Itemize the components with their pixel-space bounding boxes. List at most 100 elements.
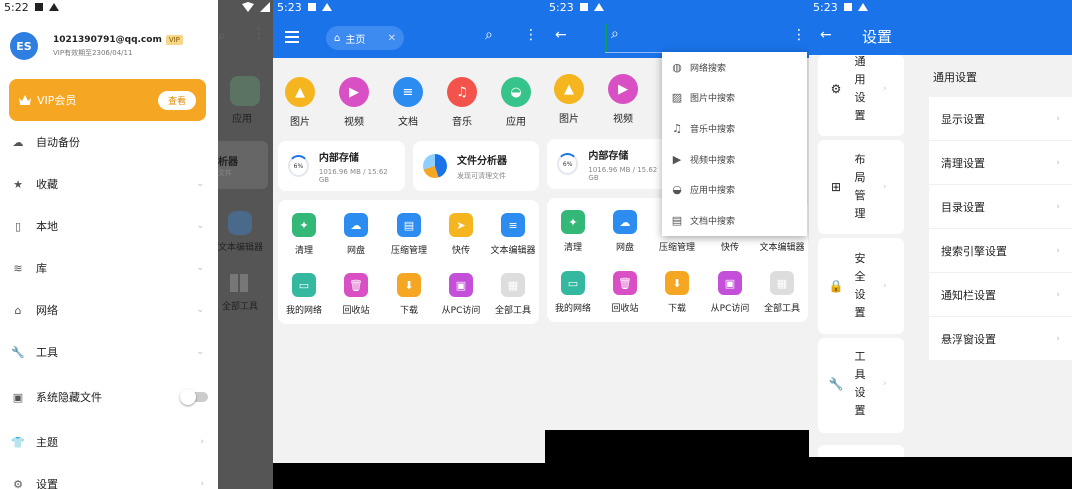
- search-music-item[interactable]: ♫ 音乐中搜索: [662, 113, 807, 144]
- storage-title: 内部存储: [318, 152, 359, 164]
- storage-title: 内部存储: [588, 150, 629, 162]
- category-images[interactable]: ▲ 图片: [549, 74, 589, 125]
- tool-label: 清理: [563, 243, 582, 253]
- tool-text-editor[interactable]: ≡ 文本编辑器: [485, 213, 541, 256]
- setting-label: 悬浮窗设置: [941, 332, 996, 346]
- sidebar-item-more[interactable]: [818, 445, 904, 457]
- back-arrow-icon[interactable]: ←: [555, 27, 567, 43]
- tool-pc-access[interactable]: ▣ 从PC访问: [433, 273, 489, 316]
- search-docs-item[interactable]: ▤ 文档中搜索: [662, 205, 807, 236]
- back-arrow-icon[interactable]: ←: [820, 27, 832, 43]
- status-time: 5:22: [4, 0, 29, 14]
- vip-view-button[interactable]: 查看: [157, 90, 196, 110]
- image-icon: ▲: [285, 77, 315, 107]
- setting-floating-window[interactable]: 悬浮窗设置 ›: [929, 317, 1072, 361]
- category-music[interactable]: ♫ 音乐: [442, 77, 482, 128]
- internal-storage-card[interactable]: 6% 内部存储 1016.96 MB / 15.62 GB: [547, 139, 677, 189]
- tab-home[interactable]: ⌂ 主页 ✕: [326, 26, 404, 50]
- tool-compress[interactable]: ▤ 压缩管理: [381, 213, 437, 256]
- chevron-right-icon: ›: [883, 182, 887, 192]
- search-scope-menu: ◍ 网络搜索 ▨ 图片中搜索 ♫ 音乐中搜索 ▶ 视频中搜索 ◒ 应用中搜索 ▤ 文档中搜索: [662, 52, 807, 236]
- search-underline[interactable]: [605, 52, 665, 53]
- android-icon: ◒: [501, 77, 531, 107]
- video-icon: ▶: [339, 77, 369, 107]
- hidden-files-toggle[interactable]: [180, 389, 208, 405]
- menu-icon[interactable]: [285, 31, 299, 43]
- search-videos-item[interactable]: ▶ 视频中搜索: [662, 144, 807, 175]
- tool-label: 回收站: [611, 304, 639, 314]
- search-apps-item[interactable]: ◒ 应用中搜索: [662, 174, 807, 205]
- section-title: 通用设置: [933, 71, 977, 84]
- menu-item-tools[interactable]: 🔧 工具 ⌄: [0, 331, 218, 373]
- setting-display[interactable]: 显示设置 ›: [929, 97, 1072, 141]
- chevron-down-icon: ⌄: [196, 305, 204, 315]
- tool-label: 我的网络: [285, 306, 322, 316]
- menu-item-local[interactable]: ▯ 本地 ⌄: [0, 205, 218, 247]
- category-documents[interactable]: ≡ 文档: [388, 77, 428, 128]
- tool-recycle-bin[interactable]: 🗑 回收站: [328, 273, 384, 316]
- phone-icon: ▯: [14, 219, 22, 233]
- category-videos[interactable]: ▶ 视频: [603, 74, 643, 125]
- more-icon[interactable]: ⋮: [792, 27, 806, 43]
- lock-icon: 🔒: [828, 279, 844, 293]
- tool-cloud[interactable]: ☁ 网盘: [328, 213, 384, 256]
- shirt-icon: 👕: [11, 435, 25, 449]
- sidebar-label: 安全设置: [854, 252, 866, 319]
- category-videos[interactable]: ▶ 视频: [334, 77, 374, 128]
- chevron-right-icon: ›: [883, 281, 887, 291]
- menu-label: 文档中搜索: [690, 216, 736, 227]
- menu-item-hidden-files[interactable]: ▣ 系统隐藏文件: [0, 373, 218, 421]
- settings-list: 显示设置 › 清理设置 › 目录设置 › 搜索引擎设置 › 通知栏设置 › 悬浮窗设置 ›: [929, 97, 1072, 361]
- tool-clean[interactable]: ✦ 清理: [276, 213, 332, 256]
- status-bar: 5:23: [809, 0, 868, 14]
- setting-directory[interactable]: 目录设置 ›: [929, 185, 1072, 229]
- download-icon: ⬇: [397, 273, 421, 297]
- tool-clean[interactable]: ✦ 清理: [545, 210, 601, 253]
- menu-label: 应用中搜索: [690, 186, 736, 197]
- tool-my-network[interactable]: ▭ 我的网络: [276, 273, 332, 316]
- menu-item-auto-backup[interactable]: ☁ 自动备份: [0, 121, 218, 163]
- search-icon[interactable]: ⌕: [485, 27, 493, 43]
- setting-clean[interactable]: 清理设置 ›: [929, 141, 1072, 185]
- close-icon[interactable]: ✕: [388, 33, 396, 44]
- menu-item-network[interactable]: ⌂ 网络 ⌄: [0, 289, 218, 331]
- menu-item-theme[interactable]: 👕 主题 ›: [0, 421, 218, 463]
- user-profile[interactable]: ES 1021390791@qq.com VIP VIP有效期至2306/04/…: [10, 32, 183, 60]
- tool-cloud[interactable]: ☁ 网盘: [597, 210, 653, 253]
- tool-label: 网盘: [346, 246, 365, 256]
- vip-banner[interactable]: VIP会员 查看: [9, 79, 206, 121]
- all-tools-icon: [230, 274, 248, 292]
- tool-my-network[interactable]: ▭ 我的网络: [545, 271, 601, 314]
- menu-label: 视频中搜索: [690, 155, 736, 166]
- tool-download[interactable]: ⬇ 下载: [381, 273, 437, 316]
- bg-label: 析器: [218, 157, 238, 168]
- tool-label: 网盘: [615, 243, 634, 253]
- tool-all-tools[interactable]: ▦ 全部工具: [485, 273, 541, 316]
- setting-notification-bar[interactable]: 通知栏设置 ›: [929, 273, 1072, 317]
- navigation-drawer: 5:22 ES 1021390791@qq.com VIP VIP有效期至230…: [0, 0, 218, 489]
- hidden-file-icon: ▣: [12, 390, 24, 404]
- menu-item-settings[interactable]: ⚙ 设置 ›: [0, 463, 218, 489]
- tool-transfer[interactable]: ➤ 快传: [433, 213, 489, 256]
- search-web-item[interactable]: ◍ 网络搜索: [662, 52, 807, 83]
- tool-download[interactable]: ⬇ 下载: [649, 271, 705, 314]
- internal-storage-card[interactable]: 6% 内部存储 1016.96 MB / 15.62 GB: [278, 141, 405, 191]
- menu-item-favorites[interactable]: ★ 收藏 ⌄: [0, 163, 218, 205]
- search-images-item[interactable]: ▨ 图片中搜索: [662, 83, 807, 114]
- tool-label: 清理: [294, 246, 313, 256]
- tool-pc-access[interactable]: ▣ 从PC访问: [702, 271, 758, 314]
- tool-recycle-bin[interactable]: 🗑 回收站: [597, 271, 653, 314]
- menu-item-library[interactable]: ≋ 库 ⌄: [0, 247, 218, 289]
- crown-icon: [19, 95, 31, 105]
- tool-all-tools[interactable]: ▦ 全部工具: [754, 271, 809, 314]
- vip-label: VIP会员: [37, 94, 77, 107]
- dimmed-background[interactable]: ⌕ ⋮ 应用 析器 文件 文本编辑器 全部工具: [218, 0, 273, 489]
- menu-label: 网络搜索: [690, 63, 727, 74]
- menu-label: 网络: [36, 304, 58, 317]
- category-apps[interactable]: ◒ 应用: [496, 77, 536, 128]
- grid-icon: ▦: [770, 271, 794, 295]
- more-icon[interactable]: ⋮: [524, 27, 538, 43]
- setting-search-engine[interactable]: 搜索引擎设置 ›: [929, 229, 1072, 273]
- file-analyzer-card[interactable]: 文件分析器 发现可清理文件: [413, 141, 539, 191]
- category-images[interactable]: ▲ 图片: [280, 77, 320, 128]
